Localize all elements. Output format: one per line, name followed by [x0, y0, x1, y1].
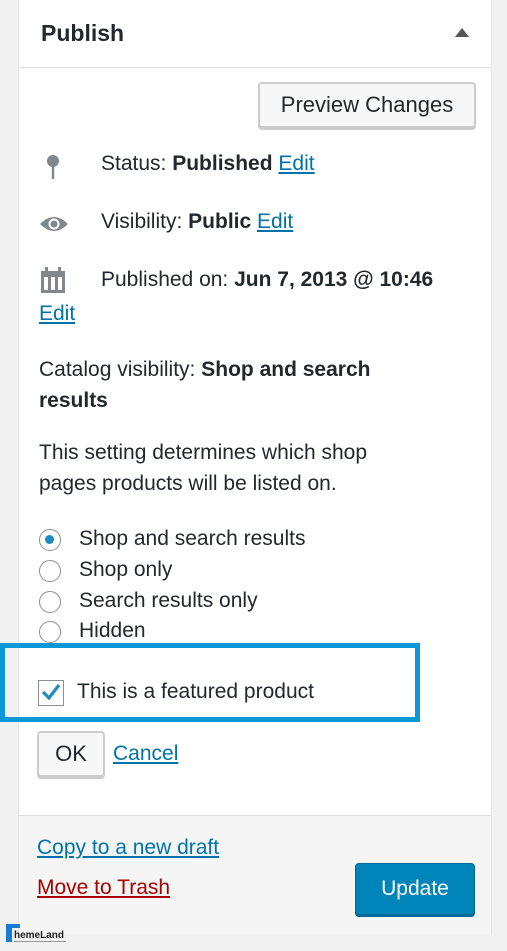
catalog-value-line2: results: [39, 389, 108, 412]
logo-text: hemeLand: [14, 930, 64, 941]
visibility-label: Visibility:: [101, 210, 183, 233]
catalog-label: Catalog visibility:: [39, 358, 196, 381]
status-value: Published: [172, 152, 273, 175]
radio-label: Search results only: [79, 589, 258, 612]
published-on-edit-link[interactable]: Edit: [39, 302, 75, 325]
radio-button[interactable]: [39, 621, 61, 643]
catalog-description-line1: This setting determines which shop: [39, 441, 367, 464]
featured-product-label: This is a featured product: [77, 680, 314, 703]
preview-changes-button[interactable]: Preview Changes: [258, 82, 476, 128]
catalog-visibility-heading: Catalog visibility: Shop and search resu…: [39, 354, 469, 416]
radio-button[interactable]: [39, 560, 61, 582]
publish-footer: Copy to a new draft Move to Trash Update: [19, 815, 491, 935]
checkmark-icon: [41, 684, 61, 701]
panel-title: Publish: [41, 20, 125, 46]
update-button[interactable]: Update: [355, 863, 475, 915]
collapse-arrow-icon[interactable]: [455, 28, 469, 37]
radio-button[interactable]: [39, 591, 61, 613]
published-on-value: Jun 7, 2013 @ 10:46: [234, 268, 434, 291]
status-label: Status:: [101, 152, 167, 175]
visibility-value: Public: [188, 210, 252, 233]
radio-label: Hidden: [79, 619, 146, 642]
eye-icon: [39, 214, 69, 240]
status-edit-link[interactable]: Edit: [278, 152, 314, 175]
copy-to-new-draft-link[interactable]: Copy to a new draft: [37, 836, 219, 860]
catalog-description-line2: pages products will be listed on.: [39, 472, 337, 495]
themeland-logo: hemeLand: [6, 922, 70, 946]
move-to-trash-link[interactable]: Move to Trash: [37, 876, 170, 900]
published-on-label: Published on:: [101, 268, 229, 291]
ok-button[interactable]: OK: [37, 731, 105, 777]
radio-label: Shop only: [79, 558, 173, 581]
visibility-edit-link[interactable]: Edit: [257, 210, 293, 233]
featured-product-checkbox[interactable]: [38, 680, 64, 706]
catalog-description: This setting determines which shop pages…: [39, 437, 469, 499]
radio-label: Shop and search results: [79, 527, 306, 550]
calendar-icon: [39, 266, 67, 300]
radio-button-checked[interactable]: [39, 529, 61, 551]
catalog-value-line1: Shop and search: [201, 358, 371, 381]
pin-icon: [45, 154, 61, 188]
publish-panel: Publish Preview Changes Status: Publishe…: [18, 0, 492, 935]
cancel-link[interactable]: Cancel: [113, 742, 178, 766]
panel-header[interactable]: Publish: [19, 0, 491, 68]
